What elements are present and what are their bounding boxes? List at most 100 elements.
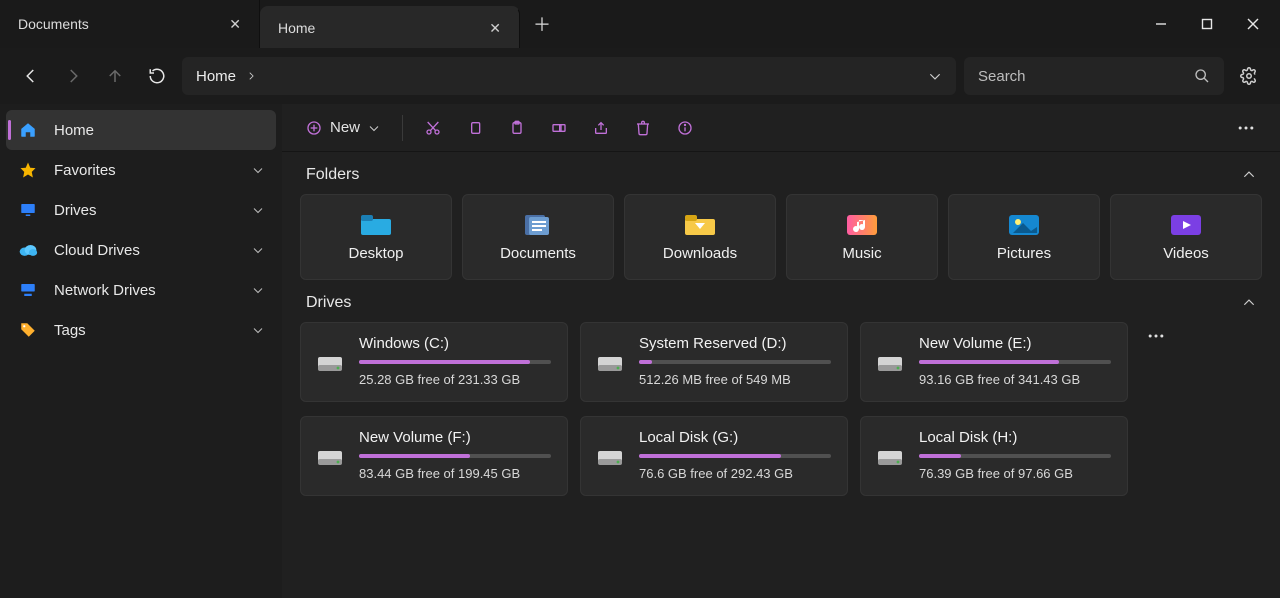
chevron-down-icon — [252, 204, 264, 216]
sidebar-item-favorites[interactable]: Favorites — [6, 150, 276, 190]
drive-name: New Volume (E:) — [919, 335, 1111, 352]
info-icon — [677, 120, 693, 136]
downloads-folder-icon — [683, 213, 717, 237]
toolbar: New — [282, 104, 1280, 152]
drive-name: Windows (C:) — [359, 335, 551, 352]
cut-icon — [425, 120, 441, 136]
sidebar: Home Favorites Drives Cloud Drives Network D… — [0, 104, 282, 598]
sidebar-item-label: Tags — [54, 322, 86, 339]
breadcrumb-segment: Home — [196, 68, 236, 85]
folder-music[interactable]: Music — [786, 194, 938, 280]
content: New — [282, 104, 1280, 598]
paste-button[interactable] — [499, 111, 535, 145]
tab-home[interactable]: Home ✕ — [260, 6, 520, 48]
disk-icon — [597, 353, 623, 373]
sidebar-item-label: Home — [54, 122, 94, 139]
copy-icon — [467, 120, 483, 136]
sidebar-item-network-drives[interactable]: Network Drives — [6, 270, 276, 310]
close-icon[interactable]: ✕ — [229, 16, 241, 33]
pictures-folder-icon — [1007, 213, 1041, 237]
disk-icon — [317, 447, 343, 467]
chevron-down-icon — [252, 244, 264, 256]
tab-label: Home — [278, 20, 315, 36]
plus-circle-icon — [306, 120, 322, 136]
drive-usage-bar — [639, 360, 831, 364]
drive-name: Local Disk (H:) — [919, 429, 1111, 446]
new-tab-button[interactable]: ＋ — [520, 0, 564, 48]
drive-usage-bar — [919, 360, 1111, 364]
chevron-down-icon — [252, 284, 264, 296]
copy-button[interactable] — [457, 111, 493, 145]
chevron-up-icon — [1242, 168, 1256, 182]
chevron-down-icon — [252, 164, 264, 176]
titlebar: Documents ✕ Home ✕ ＋ — [0, 0, 1280, 48]
drive-name: New Volume (F:) — [359, 429, 551, 446]
sidebar-item-home[interactable]: Home — [6, 110, 276, 150]
sidebar-item-cloud-drives[interactable]: Cloud Drives — [6, 230, 276, 270]
drive-card[interactable]: New Volume (F:) 83.44 GB free of 199.45 G… — [300, 416, 568, 496]
sidebar-item-label: Network Drives — [54, 282, 156, 299]
share-icon — [593, 120, 609, 136]
drives-more-button[interactable] — [1146, 326, 1166, 346]
close-window-button[interactable] — [1230, 0, 1276, 48]
cloud-icon — [18, 243, 38, 257]
maximize-button[interactable] — [1184, 0, 1230, 48]
settings-button[interactable] — [1232, 59, 1266, 93]
refresh-button[interactable] — [140, 59, 174, 93]
forward-button[interactable] — [56, 59, 90, 93]
folder-pictures[interactable]: Pictures — [948, 194, 1100, 280]
disk-icon — [597, 447, 623, 467]
new-button-label: New — [330, 119, 360, 136]
folder-label: Documents — [500, 245, 576, 262]
drive-free-text: 25.28 GB free of 231.33 GB — [359, 372, 551, 387]
disk-icon — [877, 353, 903, 373]
drive-card[interactable]: Local Disk (G:)76.6 GB free of 292.43 GB — [580, 416, 848, 496]
chevron-down-icon — [368, 122, 380, 134]
tag-icon — [18, 321, 38, 339]
drive-free-text: 93.16 GB free of 341.43 GB — [919, 372, 1111, 387]
disk-icon — [317, 353, 343, 373]
drives-section-header[interactable]: Drives — [300, 280, 1262, 322]
drive-free-text: 83.44 GB free of 199.45 GB — [359, 466, 551, 481]
minimize-button[interactable] — [1138, 0, 1184, 48]
sidebar-item-tags[interactable]: Tags — [6, 310, 276, 350]
music-folder-icon — [845, 213, 879, 237]
breadcrumb[interactable]: Home — [182, 57, 956, 95]
drive-card[interactable]: Local Disk (H:) 76.39 GB free of 97.66 GB — [860, 416, 1128, 496]
search-input[interactable]: Search — [964, 57, 1224, 95]
properties-button[interactable] — [667, 111, 703, 145]
drive-name: Local Disk (G:) — [639, 429, 831, 446]
share-button[interactable] — [583, 111, 619, 145]
videos-folder-icon — [1169, 213, 1203, 237]
desktop-folder-icon — [359, 213, 393, 237]
paste-icon — [509, 120, 525, 136]
tab-documents[interactable]: Documents ✕ — [0, 0, 260, 48]
up-button[interactable] — [98, 59, 132, 93]
cut-button[interactable] — [415, 111, 451, 145]
folders-section-header[interactable]: Folders — [300, 152, 1262, 194]
sidebar-item-label: Drives — [54, 202, 97, 219]
folder-desktop[interactable]: Desktop — [300, 194, 452, 280]
network-icon — [18, 281, 38, 299]
more-button[interactable] — [1226, 111, 1266, 145]
drive-usage-bar — [359, 360, 551, 364]
folder-downloads[interactable]: Downloads — [624, 194, 776, 280]
more-icon — [1146, 326, 1166, 346]
delete-button[interactable] — [625, 111, 661, 145]
disk-icon — [877, 447, 903, 467]
drive-card[interactable]: Windows (C:) 25.28 GB free of 231.33 GB — [300, 322, 568, 402]
folder-label: Desktop — [348, 245, 403, 262]
rename-button[interactable] — [541, 111, 577, 145]
drive-free-text: 76.39 GB free of 97.66 GB — [919, 466, 1111, 481]
drive-usage-bar — [919, 454, 1111, 458]
chevron-down-icon[interactable] — [928, 69, 942, 83]
folder-documents[interactable]: Documents — [462, 194, 614, 280]
drive-card[interactable]: System Reserved (D:)512.26 MB free of 54… — [580, 322, 848, 402]
new-button[interactable]: New — [296, 111, 390, 145]
home-icon — [18, 121, 38, 139]
sidebar-item-drives[interactable]: Drives — [6, 190, 276, 230]
back-button[interactable] — [14, 59, 48, 93]
drive-card[interactable]: New Volume (E:) 93.16 GB free of 341.43 G… — [860, 322, 1128, 402]
close-icon[interactable]: ✕ — [489, 20, 501, 37]
folder-videos[interactable]: Videos — [1110, 194, 1262, 280]
